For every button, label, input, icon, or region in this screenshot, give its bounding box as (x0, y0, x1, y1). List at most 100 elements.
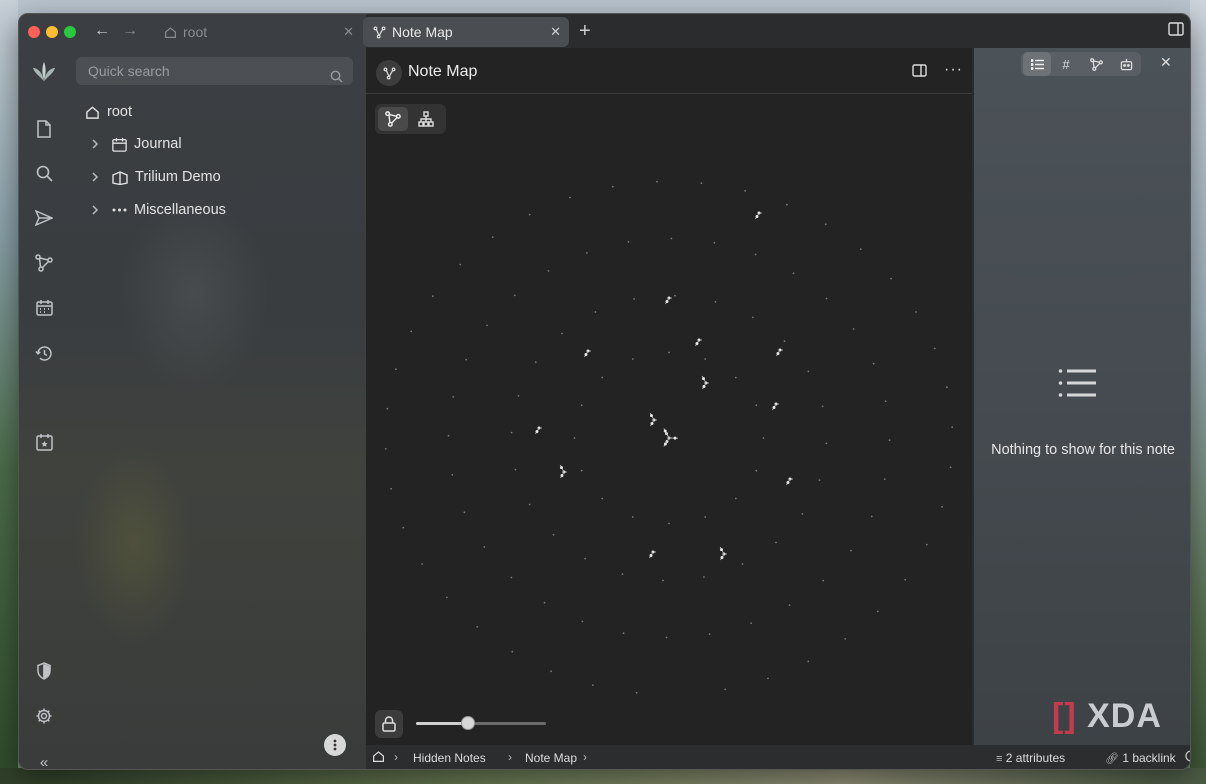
graph-node[interactable] (734, 497, 737, 500)
graph-node[interactable] (561, 332, 563, 335)
more-options-button[interactable] (324, 734, 346, 756)
tree-map-button[interactable] (411, 107, 441, 131)
graph-node[interactable] (821, 405, 824, 408)
graph-node[interactable] (491, 236, 494, 238)
graph-node[interactable] (674, 294, 676, 297)
graph-node[interactable] (421, 563, 423, 565)
maximize-window-button[interactable] (64, 26, 76, 38)
graph-node[interactable] (573, 437, 576, 439)
graph-node[interactable] (631, 358, 634, 360)
graph-node[interactable] (447, 434, 450, 437)
tree-item-root[interactable]: root (85, 100, 132, 124)
graph-node[interactable] (825, 297, 828, 300)
tab-root[interactable]: root ✕ (154, 17, 360, 47)
graph-node[interactable] (463, 511, 466, 514)
graph-node[interactable] (702, 377, 705, 381)
chevron-right-icon[interactable] (91, 171, 105, 183)
graph-node[interactable] (486, 324, 488, 327)
graph-node[interactable] (762, 437, 765, 439)
graph-node[interactable] (476, 626, 479, 628)
graph-node[interactable] (876, 610, 879, 613)
graph-node[interactable] (904, 578, 907, 581)
graph-node[interactable] (788, 604, 791, 606)
history-icon[interactable] (32, 341, 56, 365)
graph-node[interactable] (580, 469, 583, 472)
back-arrow-icon[interactable]: ← (91, 20, 113, 42)
info-icon[interactable] (1185, 750, 1190, 765)
graph-node[interactable] (560, 466, 563, 470)
graph-node[interactable] (870, 515, 873, 518)
link-map-button[interactable] (378, 107, 408, 131)
note-map-icon[interactable] (32, 251, 56, 275)
graph-node[interactable] (783, 340, 786, 343)
graph-node[interactable] (627, 241, 630, 243)
graph-node[interactable] (755, 215, 759, 218)
graph-node[interactable] (695, 342, 699, 345)
graph-node[interactable] (807, 660, 810, 663)
tab-note-map[interactable]: Note Map ✕ (363, 17, 569, 47)
graph-node[interactable] (792, 272, 795, 275)
graph-node[interactable] (859, 248, 862, 250)
graph-node[interactable] (752, 316, 754, 319)
hashtag-icon[interactable]: # (1052, 52, 1080, 76)
graph-node[interactable] (569, 196, 571, 199)
graph-node[interactable] (734, 376, 737, 379)
graph-node[interactable] (550, 670, 552, 673)
note-map-graph[interactable] (366, 138, 972, 698)
backlinks-count[interactable]: 🔗︎ 1 backlink (1105, 751, 1176, 765)
graph-node[interactable] (720, 556, 724, 559)
note-map-icon[interactable] (376, 60, 402, 86)
graph-node[interactable] (673, 436, 677, 440)
graph-node[interactable] (852, 328, 855, 330)
graph-node[interactable] (528, 213, 531, 216)
home-icon[interactable] (372, 750, 385, 766)
graph-node[interactable] (534, 361, 537, 363)
breadcrumb-hidden-notes[interactable]: Hidden Notes (413, 751, 486, 765)
graph-node[interactable] (560, 474, 564, 477)
attributes-count[interactable]: ≡ 2 attributes (996, 751, 1065, 765)
graph-node[interactable] (807, 370, 810, 373)
breadcrumb-note-map[interactable]: Note Map (525, 751, 577, 765)
graph-node[interactable] (713, 241, 716, 244)
graph-node[interactable] (601, 376, 604, 379)
graph-node[interactable] (410, 330, 413, 333)
graph-node[interactable] (755, 469, 758, 472)
tree-item-journal[interactable]: Journal (91, 132, 182, 156)
new-note-icon[interactable] (32, 117, 56, 141)
quick-search-input[interactable]: Quick search (76, 57, 353, 85)
graph-node[interactable] (528, 503, 531, 506)
graph-node[interactable] (622, 632, 625, 635)
graph-node[interactable] (772, 406, 776, 409)
shield-icon[interactable] (32, 659, 56, 683)
new-tab-button[interactable]: + (579, 20, 591, 42)
graph-node[interactable] (872, 362, 875, 365)
close-window-button[interactable] (28, 26, 40, 38)
graph-node[interactable] (824, 223, 827, 226)
graph-node[interactable] (925, 543, 928, 546)
graph-node[interactable] (786, 203, 788, 206)
lock-button[interactable] (375, 710, 403, 738)
graph-node[interactable] (580, 404, 583, 407)
close-icon[interactable]: ✕ (1160, 54, 1172, 71)
graph-node[interactable] (601, 497, 604, 500)
graph-node[interactable] (663, 429, 667, 433)
graph-node[interactable] (395, 368, 397, 371)
more-menu-icon[interactable]: ··· (944, 61, 963, 79)
graph-node[interactable] (708, 633, 711, 635)
graph-node[interactable] (850, 549, 852, 552)
split-view-icon[interactable] (912, 64, 927, 82)
graph-node[interactable] (703, 576, 705, 578)
graph-node[interactable] (543, 601, 546, 604)
forward-arrow-icon[interactable]: → (119, 20, 141, 42)
graph-node[interactable] (883, 478, 886, 480)
zoom-slider[interactable] (416, 716, 546, 730)
graph-node[interactable] (825, 442, 828, 445)
chevron-right-icon[interactable] (91, 204, 105, 216)
graph-node[interactable] (755, 404, 758, 407)
graph-node[interactable] (511, 650, 514, 653)
search-icon[interactable] (32, 161, 56, 185)
graph-node[interactable] (611, 185, 614, 188)
graph-node[interactable] (704, 358, 707, 360)
graph-node[interactable] (552, 533, 555, 536)
graph-node[interactable] (741, 563, 744, 565)
